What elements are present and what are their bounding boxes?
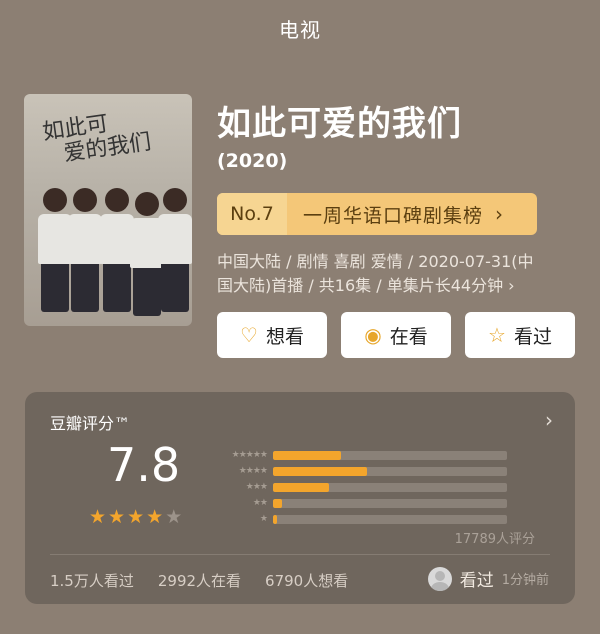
rating-bar-track bbox=[273, 450, 507, 460]
rating-bar-fill bbox=[273, 466, 367, 476]
rating-title: 豆瓣评分™ bbox=[50, 414, 131, 433]
watching-label: 在看 bbox=[389, 325, 428, 348]
rating-bar-track bbox=[273, 498, 507, 508]
watching-count[interactable]: 2992人在看 bbox=[158, 570, 241, 591]
chevron-right-icon: › bbox=[495, 202, 505, 226]
rating-bar-stars: ★ bbox=[259, 514, 268, 524]
rating-bar-row: ★ bbox=[207, 511, 507, 527]
watched-button[interactable]: ☆ 看过 bbox=[465, 312, 575, 358]
heart-plus-icon: ♡ bbox=[240, 323, 258, 347]
rank-number: No.7 bbox=[217, 193, 287, 235]
show-year: (2020) bbox=[217, 150, 288, 172]
rating-bar-stars: ★★★★ bbox=[238, 466, 268, 476]
want-to-watch-button[interactable]: ♡ 想看 bbox=[217, 312, 327, 358]
avatar bbox=[427, 566, 452, 591]
target-icon: ◉ bbox=[364, 323, 382, 347]
my-status-label: 看过 bbox=[459, 571, 494, 591]
rating-bar-stars: ★★★★★ bbox=[231, 450, 268, 460]
chevron-right-icon[interactable]: › bbox=[545, 408, 553, 432]
rating-bar-fill bbox=[273, 450, 341, 460]
my-status-time: 1分钟前 bbox=[501, 573, 549, 588]
show-title: 如此可爱的我们 bbox=[217, 104, 462, 144]
my-status[interactable]: 看过 1分钟前 bbox=[427, 566, 549, 591]
rating-card[interactable]: 豆瓣评分™ › 7.8 ★ ★ ★ ★ ★ ★★★★★ ★★★★ ★★★ ★★ ★ 17789人… bbox=[25, 392, 575, 604]
star-icon: ★ bbox=[108, 506, 126, 528]
rating-bar-track bbox=[273, 482, 507, 492]
rating-stars: ★ ★ ★ ★ ★ bbox=[89, 506, 182, 528]
star-icon: ★ bbox=[89, 506, 107, 528]
rating-score: 7.8 bbox=[107, 438, 181, 492]
watched-count[interactable]: 1.5万人看过 bbox=[50, 570, 134, 591]
rating-bar-track bbox=[273, 514, 507, 524]
poster-image[interactable]: 如此可 爱的我们 bbox=[24, 94, 192, 326]
action-buttons: ♡ 想看 ◉ 在看 ☆ 看过 bbox=[217, 312, 575, 358]
ranking-badge[interactable]: No.7 一周华语口碑剧集榜 › bbox=[217, 193, 537, 235]
want-to-watch-label: 想看 bbox=[265, 325, 304, 348]
rank-list-link: 一周华语口碑剧集榜 › bbox=[287, 193, 537, 235]
rating-bar-row: ★★★★★ bbox=[207, 447, 507, 463]
rating-bar-stars: ★★★ bbox=[245, 482, 268, 492]
want-count[interactable]: 6790人想看 bbox=[265, 570, 348, 591]
rating-bar-row: ★★ bbox=[207, 495, 507, 511]
page-title: 电视 bbox=[279, 18, 321, 42]
rating-bar-fill bbox=[273, 482, 330, 492]
rating-count: 17789人评分 bbox=[454, 532, 535, 547]
rank-list-label: 一周华语口碑剧集榜 bbox=[303, 204, 484, 227]
star-icon: ★ bbox=[127, 506, 145, 528]
watch-stats: 1.5万人看过 2992人在看 6790人想看 bbox=[50, 570, 348, 591]
show-info-line1: 中国大陆 / 剧情 喜剧 爱情 / 2020-07-31(中 bbox=[217, 252, 534, 271]
rating-bar-track bbox=[273, 466, 507, 476]
star-outline-icon: ☆ bbox=[488, 323, 506, 347]
show-info-line2: 国大陆)首播 / 共16集 / 单集片长44分钟 › bbox=[217, 276, 515, 295]
show-info[interactable]: 中国大陆 / 剧情 喜剧 爱情 / 2020-07-31(中 国大陆)首播 / … bbox=[217, 250, 573, 298]
poster-handwriting: 如此可 爱的我们 bbox=[41, 111, 153, 167]
rating-bar-row: ★★★★ bbox=[207, 463, 507, 479]
rating-bar-row: ★★★ bbox=[207, 479, 507, 495]
star-icon: ★ bbox=[165, 506, 183, 528]
divider bbox=[50, 554, 550, 555]
star-icon: ★ bbox=[146, 506, 164, 528]
rating-bar-fill bbox=[273, 514, 277, 524]
rating-distribution: ★★★★★ ★★★★ ★★★ ★★ ★ bbox=[207, 447, 507, 527]
watched-label: 看过 bbox=[513, 325, 552, 348]
watching-button[interactable]: ◉ 在看 bbox=[341, 312, 451, 358]
rating-bar-stars: ★★ bbox=[252, 498, 268, 508]
rating-bar-fill bbox=[273, 498, 283, 508]
